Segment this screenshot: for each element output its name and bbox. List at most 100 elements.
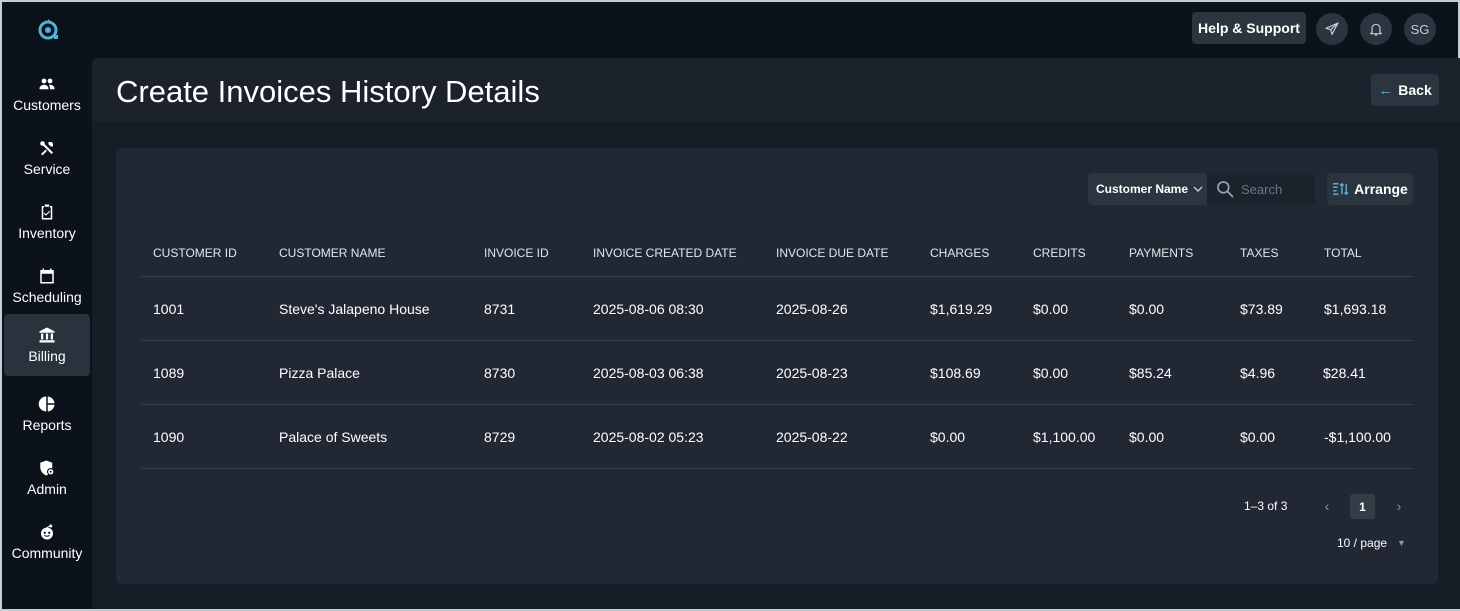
column-header[interactable]: CUSTOMER NAME	[279, 230, 385, 276]
app-window: Customers Service Inventory Scheduling B…	[0, 0, 1460, 611]
cell-customer-name: Palace of Sweets	[279, 428, 388, 445]
arrow-left-icon: ←	[1378, 81, 1394, 99]
search-icon	[1217, 181, 1234, 198]
community-icon	[41, 524, 53, 540]
cell-invoice-id: 8729	[484, 428, 516, 445]
chevron-down-icon	[1193, 186, 1203, 192]
table-row[interactable]: 1089 Pizza Palace 8730 2025-08-03 06:38 …	[141, 341, 1413, 405]
cell-created-date: 2025-08-06 08:30	[593, 300, 704, 317]
cell-payments: $0.00	[1129, 300, 1165, 317]
sidebar-item-label: Reports	[22, 417, 72, 433]
calendar-icon	[40, 268, 54, 284]
arrange-label: Arrange	[1354, 181, 1408, 197]
sidebar-item-service[interactable]: Service	[4, 127, 90, 189]
column-header[interactable]: PAYMENTS	[1129, 230, 1193, 276]
app-logo-icon[interactable]	[35, 16, 61, 42]
sidebar: Customers Service Inventory Scheduling B…	[2, 2, 92, 609]
cell-credits: $0.00	[1033, 300, 1069, 317]
pagination-range: 1–3 of 3	[1244, 499, 1288, 513]
page-header: Create Invoices History Details ← Back	[92, 58, 1460, 122]
sidebar-item-label: Scheduling	[12, 289, 82, 305]
column-header[interactable]: CUSTOMER ID	[153, 230, 237, 276]
cell-customer-id: 1090	[153, 428, 185, 445]
cell-invoice-id: 8730	[484, 364, 516, 381]
cell-credits: $0.00	[1033, 364, 1069, 381]
paper-plane-icon	[1325, 22, 1339, 35]
table-row[interactable]: 1090 Palace of Sweets 8729 2025-08-02 05…	[141, 405, 1413, 469]
bank-icon	[39, 327, 55, 343]
cell-due-date: 2025-08-23	[776, 364, 848, 381]
tools-icon	[40, 141, 53, 156]
cell-taxes: $73.89	[1240, 300, 1283, 317]
column-header[interactable]: INVOICE DUE DATE	[776, 230, 888, 276]
cell-total: $1,693.18	[1324, 300, 1387, 317]
sidebar-item-label: Service	[23, 161, 71, 177]
filter-field-label: Customer Name	[1096, 182, 1189, 196]
cell-customer-id: 1089	[153, 364, 185, 381]
avatar[interactable]: SG	[1404, 13, 1436, 45]
arrange-button[interactable]: Arrange	[1327, 173, 1413, 205]
table-header-row: CUSTOMER ID CUSTOMER NAME INVOICE ID INV…	[141, 230, 1413, 277]
sidebar-item-label: Admin	[27, 481, 67, 497]
column-header[interactable]: TAXES	[1240, 230, 1278, 276]
bell-icon	[1370, 23, 1382, 36]
cell-created-date: 2025-08-02 05:23	[593, 428, 704, 445]
cell-payments: $85.24	[1129, 364, 1172, 381]
notifications-button[interactable]	[1360, 13, 1392, 45]
table-row[interactable]: 1001 Steve's Jalapeno House 8731 2025-08…	[141, 277, 1413, 341]
cell-invoice-id: 8731	[484, 300, 516, 317]
cell-payments: $0.00	[1129, 428, 1165, 445]
filter-field-select[interactable]: Customer Name	[1088, 173, 1207, 205]
sidebar-item-label: Community	[11, 545, 83, 561]
sidebar-item-billing[interactable]: Billing	[4, 314, 90, 376]
cell-credits: $1,100.00	[1033, 428, 1096, 445]
pagination-next-button[interactable]: ›	[1387, 494, 1411, 518]
column-header[interactable]: CREDITS	[1033, 230, 1086, 276]
arrange-icon	[1333, 182, 1349, 196]
sidebar-item-label: Inventory	[18, 225, 76, 241]
pie-chart-icon	[38, 396, 55, 412]
cell-charges: $1,619.29	[930, 300, 993, 317]
caret-down-icon: ▼	[1397, 538, 1406, 548]
back-button[interactable]: ← Back	[1371, 74, 1439, 106]
sidebar-item-scheduling[interactable]: Scheduling	[4, 255, 90, 317]
column-header[interactable]: INVOICE CREATED DATE	[593, 230, 737, 276]
sidebar-item-community[interactable]: Community	[4, 511, 90, 573]
cell-customer-id: 1001	[153, 300, 185, 317]
invoices-table: CUSTOMER ID CUSTOMER NAME INVOICE ID INV…	[141, 230, 1413, 469]
cell-created-date: 2025-08-03 06:38	[593, 364, 704, 381]
cell-customer-name: Pizza Palace	[279, 364, 360, 381]
shield-gear-icon	[40, 460, 55, 476]
column-header[interactable]: INVOICE ID	[484, 230, 549, 276]
cell-due-date: 2025-08-26	[776, 300, 848, 317]
cell-charges: $108.69	[930, 364, 981, 381]
cell-charges: $0.00	[930, 428, 966, 445]
cell-taxes: $0.00	[1240, 428, 1276, 445]
cell-total: -$1,100.00	[1324, 428, 1391, 445]
cell-taxes: $4.96	[1240, 364, 1276, 381]
sidebar-item-admin[interactable]: Admin	[4, 447, 90, 509]
send-button[interactable]	[1316, 13, 1348, 45]
cell-total: $28.41	[1323, 364, 1366, 381]
chevron-right-icon: ›	[1396, 498, 1402, 514]
clipboard-check-icon	[41, 204, 53, 220]
help-support-button[interactable]: Help & Support	[1192, 12, 1306, 44]
page-title: Create Invoices History Details	[116, 74, 540, 109]
chevron-left-icon: ‹	[1324, 498, 1330, 514]
users-icon	[39, 78, 55, 90]
sidebar-item-label: Customers	[13, 97, 81, 113]
sidebar-item-inventory[interactable]: Inventory	[4, 191, 90, 253]
sidebar-item-label: Billing	[28, 348, 66, 364]
search-input[interactable]	[1241, 181, 1313, 197]
cell-due-date: 2025-08-22	[776, 428, 848, 445]
column-header[interactable]: CHARGES	[930, 230, 989, 276]
back-button-label: Back	[1398, 82, 1432, 98]
page-size-label: 10 / page	[1337, 536, 1388, 550]
column-header[interactable]: TOTAL	[1324, 230, 1362, 276]
search-box	[1207, 173, 1315, 205]
sidebar-item-customers[interactable]: Customers	[4, 63, 90, 125]
pagination-prev-button[interactable]: ‹	[1315, 494, 1339, 518]
sidebar-item-reports[interactable]: Reports	[4, 383, 90, 445]
page-size-select[interactable]: 10 / page ▼	[1337, 534, 1413, 552]
pagination-page-button[interactable]: 1	[1350, 494, 1375, 519]
